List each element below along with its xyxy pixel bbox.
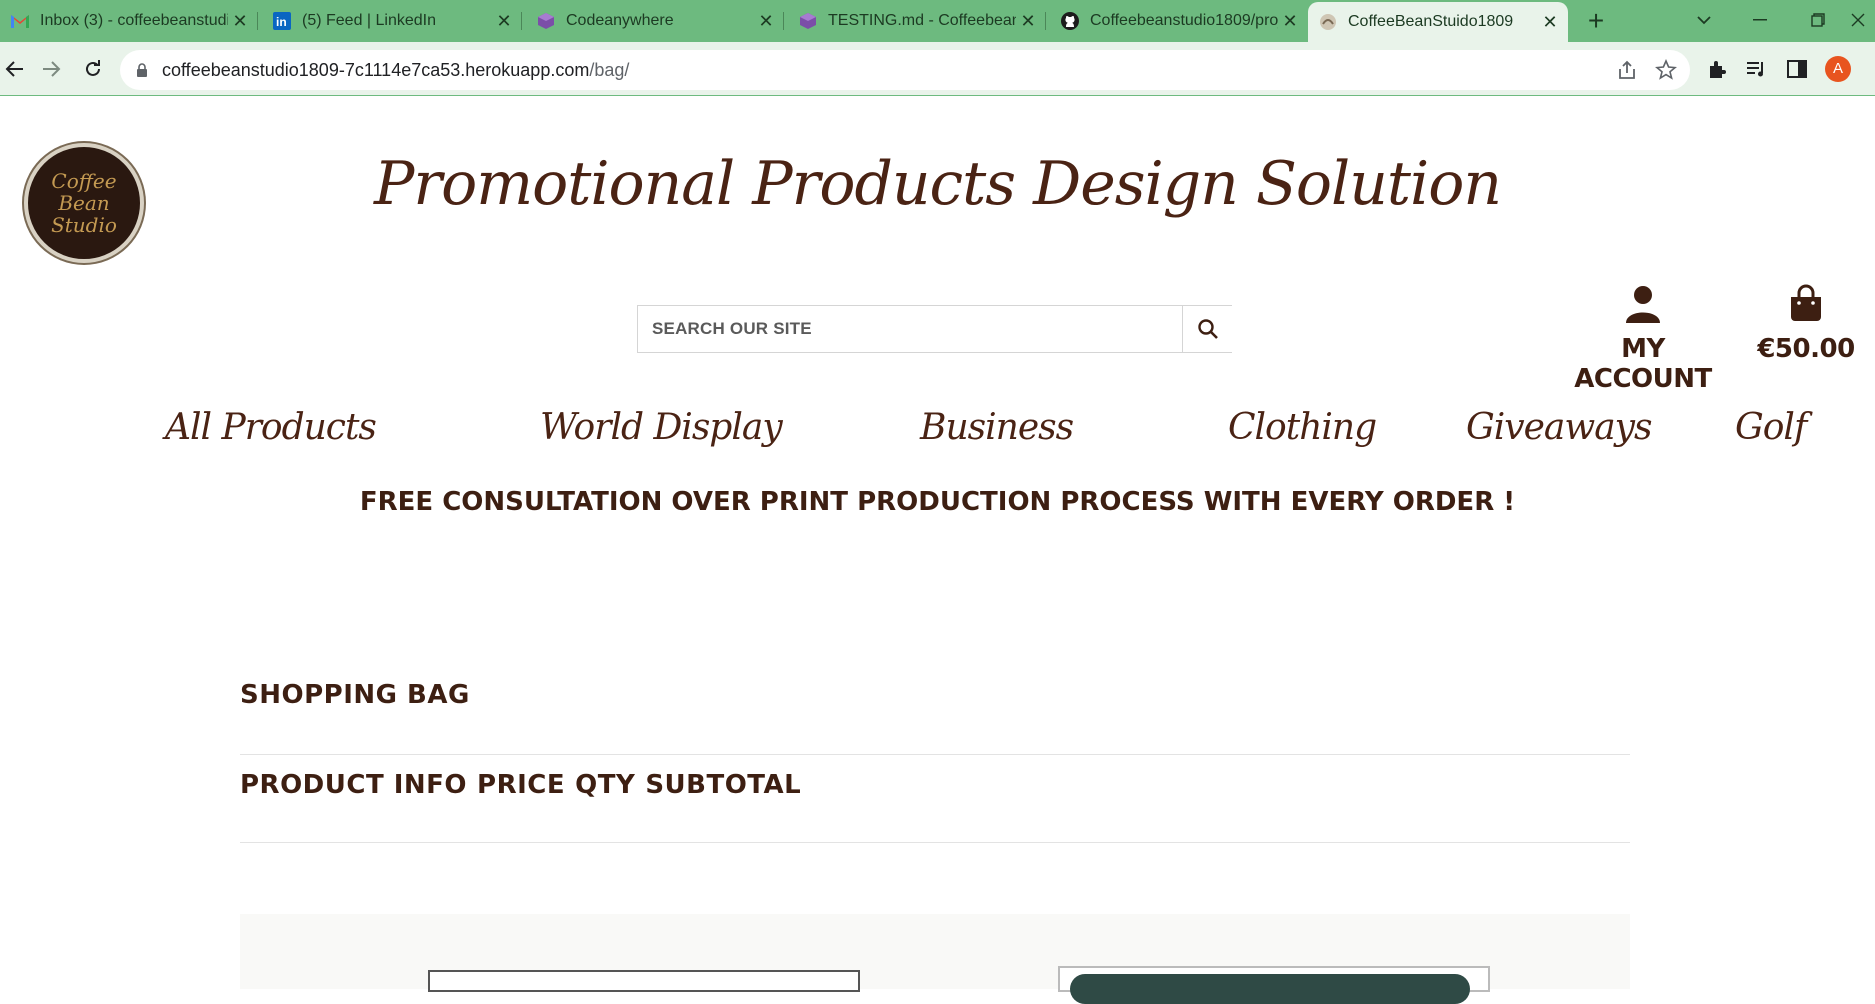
tab-separator [1045,12,1046,30]
site-favicon [1318,12,1338,32]
bag-total: €50.00 [1757,334,1855,364]
nav-golf[interactable]: Golf [1735,407,1807,448]
col-subtotal: SUBTOTAL [645,770,802,800]
col-price: PRICE [477,770,566,800]
svg-text:in: in [276,15,287,29]
nav-business[interactable]: Business [920,407,1074,448]
codeanywhere-icon [536,11,556,31]
extensions-icon[interactable] [1704,56,1730,82]
close-tab-icon[interactable]: ✕ [228,11,252,32]
nav-all-products[interactable]: All Products [165,407,377,448]
main-nav: All Products World Display Business Clot… [0,407,1875,467]
search-input[interactable] [638,306,1182,352]
tab-title: Codeanywhere [566,12,674,29]
gmail-icon [10,11,30,31]
github-icon [1060,11,1080,31]
minimize-icon[interactable] [1740,4,1780,36]
search-icon [1197,319,1218,339]
linkedin-icon: in [272,11,292,31]
url-text: coffeebeanstudio1809-7c1114e7ca53.heroku… [162,60,629,81]
forward-icon[interactable] [36,54,66,84]
reload-icon[interactable] [78,54,108,84]
product-image-graphic [1070,974,1470,1004]
browser-toolbar: coffeebeanstudio1809-7c1114e7ca53.heroku… [0,42,1875,96]
codeanywhere-icon [798,11,818,31]
tab-title: (5) Feed | LinkedIn [302,12,437,29]
account-label: MY ACCOUNT [1574,334,1712,394]
url-host: coffeebeanstudio1809-7c1114e7ca53.heroku… [162,60,590,80]
tab-title: Inbox (3) - coffeebeanstudio [40,12,228,29]
share-icon[interactable] [1616,59,1638,81]
close-window-icon[interactable] [1838,4,1875,36]
tab-separator [521,12,522,30]
divider [240,754,1630,755]
close-tab-icon[interactable]: ✕ [492,11,516,32]
tab-codeanywhere[interactable]: Codeanywhere ✕ [526,0,784,42]
tab-gmail[interactable]: Inbox (3) - coffeebeanstudio ✕ [0,0,258,42]
lock-icon [136,63,148,82]
hero-title: Promotional Products Design Solution [374,149,1502,219]
bookmark-star-icon[interactable] [1655,58,1677,81]
my-account-link[interactable]: MY ACCOUNT [1568,283,1718,394]
nav-world-display[interactable]: World Display [540,407,783,448]
shopping-bag-link[interactable]: €50.00 [1748,283,1864,364]
tab-linkedin[interactable]: in (5) Feed | LinkedIn ✕ [262,0,522,42]
shopping-bag-title: SHOPPING BAG [240,680,470,710]
tab-coffeebean-active[interactable]: CoffeeBeanStuido1809 ✕ [1308,2,1568,42]
close-tab-icon[interactable]: ✕ [754,11,778,32]
profile-avatar[interactable]: A [1825,56,1851,82]
col-qty: QTY [575,770,636,800]
user-icon [1626,286,1660,323]
media-queue-icon[interactable] [1744,56,1770,82]
tab-strip: Inbox (3) - coffeebeanstudio ✕ in (5) Fe… [0,0,1875,42]
url-path: /bag/ [589,60,630,80]
side-panel-icon[interactable] [1784,56,1810,82]
restore-icon[interactable] [1798,4,1838,36]
address-bar[interactable]: coffeebeanstudio1809-7c1114e7ca53.heroku… [120,50,1690,90]
back-icon[interactable] [0,54,30,84]
close-tab-icon[interactable]: ✕ [1016,11,1040,32]
tab-separator [257,12,258,30]
tab-title: CoffeeBeanStuido1809 [1348,13,1514,30]
tab-search-icon[interactable] [1684,4,1724,36]
new-tab-button[interactable]: + [1580,6,1612,38]
close-tab-icon[interactable]: ✕ [1278,11,1302,32]
nav-giveaways[interactable]: Giveaways [1466,407,1652,448]
close-tab-icon[interactable]: ✕ [1538,12,1562,33]
tab-title: TESTING.md - Coffeebeanst [828,12,1016,29]
tab-testing-md[interactable]: TESTING.md - Coffeebeanst ✕ [788,0,1046,42]
bag-table-headers: PRODUCT INFO PRICE QTY SUBTOTAL [240,770,811,800]
page-content: Coffee Bean Studio Promotional Products … [0,97,1875,989]
promo-banner: FREE CONSULTATION OVER PRINT PRODUCTION … [359,487,1516,517]
tab-title: Coffeebeanstudio1809/proj [1090,12,1278,29]
tab-separator [783,12,784,30]
shopping-bag-icon [1791,284,1821,321]
tab-github[interactable]: Coffeebeanstudio1809/proj ✕ [1050,0,1308,42]
search-form [637,305,1232,353]
divider [240,842,1630,843]
product-image[interactable] [1058,966,1490,1004]
search-button[interactable] [1182,306,1232,352]
col-product-info: PRODUCT INFO [240,770,468,800]
nav-clothing[interactable]: Clothing [1228,407,1377,448]
